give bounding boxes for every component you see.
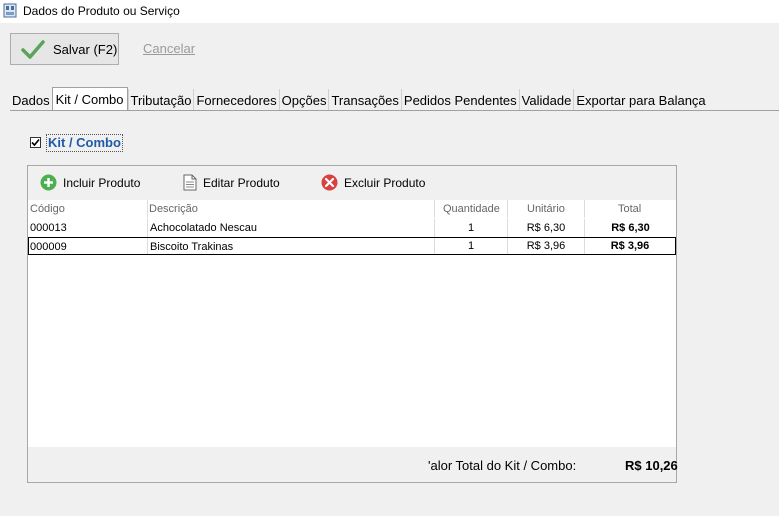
header-total[interactable]: Total: [618, 200, 641, 218]
kit-total-value: R$ 10,26: [625, 458, 678, 473]
tab-kit-combo[interactable]: Kit / Combo: [51, 87, 128, 110]
kit-combo-label[interactable]: Kit / Combo: [46, 134, 123, 152]
cell-description: Biscoito Trakinas: [150, 241, 234, 253]
column-divider: [147, 219, 148, 237]
save-button-label: Salvar (F2): [53, 41, 118, 57]
document-icon: [183, 174, 197, 191]
column-divider: [147, 200, 148, 218]
products-table[interactable]: Código Descrição Quantidade Unitário Tot…: [28, 200, 676, 447]
window-title: Dados do Produto ou Serviço: [23, 4, 180, 18]
column-divider: [507, 200, 508, 218]
edit-product-button[interactable]: Editar Produto: [183, 174, 280, 191]
header-code[interactable]: Código: [30, 200, 65, 218]
checkmark-icon: [21, 40, 45, 59]
tab-validade[interactable]: Validade: [518, 89, 574, 110]
tab-fornecedores[interactable]: Fornecedores: [193, 89, 278, 110]
tab-divider: [10, 110, 779, 111]
column-divider: [434, 200, 435, 218]
column-divider: [584, 200, 585, 218]
cancel-button[interactable]: Cancelar: [143, 41, 195, 56]
include-product-label: Incluir Produto: [63, 175, 141, 190]
table-row[interactable]: 000013 Achocolatado Nescau 1 R$ 6,30 R$ …: [28, 219, 676, 237]
cell-description: Achocolatado Nescau: [150, 222, 258, 234]
column-divider: [147, 238, 148, 254]
delete-icon: [321, 174, 338, 191]
cell-quantity: 1: [467, 222, 475, 234]
tab-bar: Dados Kit / Combo Tributação Fornecedore…: [10, 87, 708, 110]
tab-opcoes[interactable]: Opções: [278, 89, 329, 110]
cell-code: 000013: [30, 222, 67, 234]
delete-product-label: Excluir Produto: [344, 175, 426, 190]
header-unit-price[interactable]: Unitário: [527, 200, 565, 218]
header-description[interactable]: Descrição: [149, 200, 198, 218]
tab-pedidos-pendentes[interactable]: Pedidos Pendentes: [400, 89, 519, 110]
tab-tributacao[interactable]: Tributação: [127, 89, 194, 110]
total-footer: 'alor Total do Kit / Combo: R$ 10,26: [28, 447, 678, 482]
kit-combo-checkbox[interactable]: [30, 137, 41, 148]
delete-product-button[interactable]: Excluir Produto: [321, 174, 425, 191]
check-icon: [31, 138, 40, 147]
tab-dados[interactable]: Dados: [10, 89, 52, 110]
cell-total: R$ 6,30: [611, 222, 650, 234]
cell-quantity: 1: [467, 240, 475, 252]
edit-product-label: Editar Produto: [203, 175, 280, 190]
cell-unit-price: R$ 3,96: [526, 240, 566, 252]
title-bar: Dados do Produto ou Serviço: [0, 0, 779, 23]
cell-total: R$ 3,96: [610, 240, 650, 252]
panel-toolbar: Incluir Produto Editar Produto Excluir P…: [28, 166, 676, 200]
save-button[interactable]: Salvar (F2): [10, 33, 119, 65]
include-product-button[interactable]: Incluir Produto: [40, 174, 140, 191]
add-icon: [40, 174, 57, 191]
table-row[interactable]: 000009 Biscoito Trakinas 1 R$ 3,96 R$ 3,…: [28, 237, 676, 255]
cell-unit-price: R$ 6,30: [526, 222, 566, 234]
header-quantity[interactable]: Quantidade: [443, 200, 500, 218]
tab-exportar-balanca[interactable]: Exportar para Balança: [573, 89, 707, 110]
app-icon: [3, 3, 17, 18]
cell-code: 000009: [30, 241, 67, 253]
tab-transacoes[interactable]: Transações: [328, 89, 400, 110]
kit-total-label: 'alor Total do Kit / Combo:: [428, 458, 577, 473]
